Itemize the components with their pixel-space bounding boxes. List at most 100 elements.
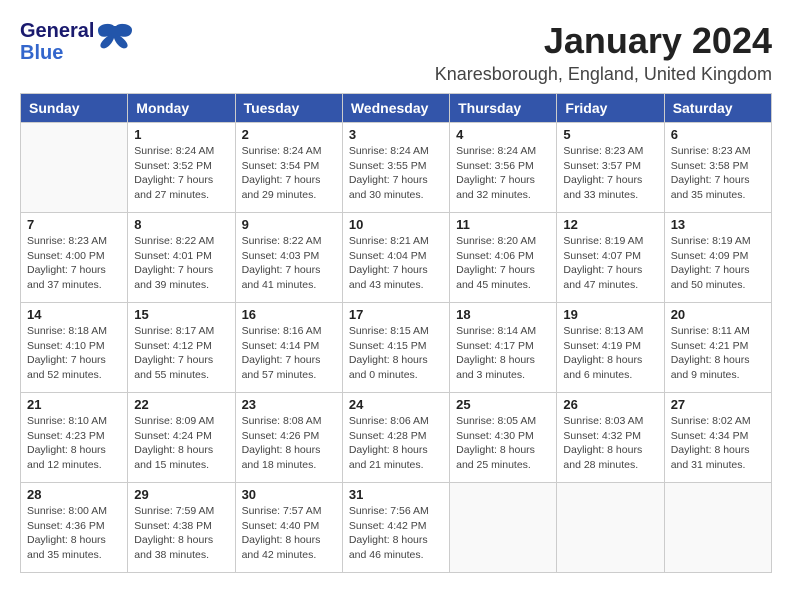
table-row: 29 Sunrise: 7:59 AMSunset: 4:38 PMDayligh… (128, 483, 235, 573)
table-row: 19 Sunrise: 8:13 AMSunset: 4:19 PMDayligh… (557, 303, 664, 393)
calendar-week-row: 1 Sunrise: 8:24 AMSunset: 3:52 PMDaylight… (21, 123, 772, 213)
calendar-week-row: 14 Sunrise: 8:18 AMSunset: 4:10 PMDayligh… (21, 303, 772, 393)
logo-general-text: General (20, 20, 94, 42)
table-row: 1 Sunrise: 8:24 AMSunset: 3:52 PMDaylight… (128, 123, 235, 213)
table-row: 15Sunrise: 8:17 AMSunset: 4:12 PMDayligh… (128, 303, 235, 393)
day-info: Sunrise: 7:59 AMSunset: 4:38 PMDaylight:… (134, 504, 228, 563)
day-info: Sunrise: 8:21 AMSunset: 4:04 PMDaylight:… (349, 234, 443, 293)
day-number: 10 (349, 217, 443, 232)
day-number: 22 (134, 397, 228, 412)
day-number: 13 (671, 217, 765, 232)
day-number: 8 (134, 217, 228, 232)
day-number: 21 (27, 397, 121, 412)
table-row: 5Sunrise: 8:23 AMSunset: 3:57 PMDaylight… (557, 123, 664, 213)
col-wednesday: Wednesday (342, 94, 449, 123)
day-info: Sunrise: 8:18 AMSunset: 4:10 PMDaylight:… (27, 324, 121, 383)
location-title: Knaresborough, England, United Kingdom (435, 64, 772, 85)
day-number: 17 (349, 307, 443, 322)
day-number: 25 (456, 397, 550, 412)
day-number: 1 (134, 127, 228, 142)
table-row: 30 Sunrise: 7:57 AMSunset: 4:40 PMDayligh… (235, 483, 342, 573)
table-row: 24 Sunrise: 8:06 AMSunset: 4:28 PMDayligh… (342, 393, 449, 483)
day-info: Sunrise: 8:23 AMSunset: 4:00 PMDaylight:… (27, 234, 121, 293)
day-number: 12 (563, 217, 657, 232)
day-info: Sunrise: 8:14 AMSunset: 4:17 PMDaylight:… (456, 324, 550, 383)
table-row: 12 Sunrise: 8:19 AMSunset: 4:07 PMDayligh… (557, 213, 664, 303)
col-sunday: Sunday (21, 94, 128, 123)
logo: General Blue (20, 20, 134, 64)
table-row: 7 Sunrise: 8:23 AMSunset: 4:00 PMDaylight… (21, 213, 128, 303)
table-row: 11Sunrise: 8:20 AMSunset: 4:06 PMDayligh… (450, 213, 557, 303)
day-number: 28 (27, 487, 121, 502)
day-number: 2 (242, 127, 336, 142)
day-info: Sunrise: 8:24 AMSunset: 3:52 PMDaylight:… (134, 144, 228, 203)
day-number: 9 (242, 217, 336, 232)
day-info: Sunrise: 8:05 AMSunset: 4:30 PMDaylight:… (456, 414, 550, 473)
day-info: Sunrise: 8:19 AMSunset: 4:07 PMDaylight:… (563, 234, 657, 293)
logo-name: General Blue (20, 20, 94, 64)
day-number: 20 (671, 307, 765, 322)
table-row: 17 Sunrise: 8:15 AMSunset: 4:15 PMDayligh… (342, 303, 449, 393)
day-number: 30 (242, 487, 336, 502)
day-info: Sunrise: 8:24 AMSunset: 3:54 PMDaylight:… (242, 144, 336, 203)
day-info: Sunrise: 8:16 AMSunset: 4:14 PMDaylight:… (242, 324, 336, 383)
day-info: Sunrise: 8:03 AMSunset: 4:32 PMDaylight:… (563, 414, 657, 473)
day-info: Sunrise: 8:10 AMSunset: 4:23 PMDaylight:… (27, 414, 121, 473)
day-info: Sunrise: 8:15 AMSunset: 4:15 PMDaylight:… (349, 324, 443, 383)
day-number: 14 (27, 307, 121, 322)
col-thursday: Thursday (450, 94, 557, 123)
table-row: 9Sunrise: 8:22 AMSunset: 4:03 PMDaylight… (235, 213, 342, 303)
day-number: 6 (671, 127, 765, 142)
calendar-week-row: 28Sunrise: 8:00 AMSunset: 4:36 PMDayligh… (21, 483, 772, 573)
table-row: 8 Sunrise: 8:22 AMSunset: 4:01 PMDaylight… (128, 213, 235, 303)
page-header: General Blue January 2024 Knaresborough,… (20, 20, 772, 85)
day-info: Sunrise: 8:08 AMSunset: 4:26 PMDaylight:… (242, 414, 336, 473)
table-row: 10 Sunrise: 8:21 AMSunset: 4:04 PMDayligh… (342, 213, 449, 303)
day-number: 16 (242, 307, 336, 322)
day-info: Sunrise: 8:13 AMSunset: 4:19 PMDaylight:… (563, 324, 657, 383)
month-title: January 2024 (435, 20, 772, 62)
table-row (557, 483, 664, 573)
day-number: 4 (456, 127, 550, 142)
calendar-header-row: Sunday Monday Tuesday Wednesday Thursday… (21, 94, 772, 123)
calendar-week-row: 21 Sunrise: 8:10 AMSunset: 4:23 PMDayligh… (21, 393, 772, 483)
day-number: 31 (349, 487, 443, 502)
day-number: 5 (563, 127, 657, 142)
col-friday: Friday (557, 94, 664, 123)
day-info: Sunrise: 8:06 AMSunset: 4:28 PMDaylight:… (349, 414, 443, 473)
table-row: 21 Sunrise: 8:10 AMSunset: 4:23 PMDayligh… (21, 393, 128, 483)
day-number: 15 (134, 307, 228, 322)
day-info: Sunrise: 8:23 AMSunset: 3:58 PMDaylight:… (671, 144, 765, 203)
day-info: Sunrise: 7:57 AMSunset: 4:40 PMDaylight:… (242, 504, 336, 563)
day-number: 24 (349, 397, 443, 412)
table-row (664, 483, 771, 573)
table-row: 25 Sunrise: 8:05 AMSunset: 4:30 PMDayligh… (450, 393, 557, 483)
day-number: 27 (671, 397, 765, 412)
table-row: 14 Sunrise: 8:18 AMSunset: 4:10 PMDayligh… (21, 303, 128, 393)
table-row: 31Sunrise: 7:56 AMSunset: 4:42 PMDayligh… (342, 483, 449, 573)
day-number: 23 (242, 397, 336, 412)
day-info: Sunrise: 8:24 AMSunset: 3:56 PMDaylight:… (456, 144, 550, 203)
table-row: 22 Sunrise: 8:09 AMSunset: 4:24 PMDayligh… (128, 393, 235, 483)
day-number: 7 (27, 217, 121, 232)
day-number: 19 (563, 307, 657, 322)
day-number: 29 (134, 487, 228, 502)
table-row: 23 Sunrise: 8:08 AMSunset: 4:26 PMDayligh… (235, 393, 342, 483)
day-info: Sunrise: 8:22 AMSunset: 4:01 PMDaylight:… (134, 234, 228, 293)
table-row: 28Sunrise: 8:00 AMSunset: 4:36 PMDayligh… (21, 483, 128, 573)
col-monday: Monday (128, 94, 235, 123)
table-row: 27 Sunrise: 8:02 AMSunset: 4:34 PMDayligh… (664, 393, 771, 483)
table-row: 6 Sunrise: 8:23 AMSunset: 3:58 PMDaylight… (664, 123, 771, 213)
calendar-table: Sunday Monday Tuesday Wednesday Thursday… (20, 93, 772, 573)
col-saturday: Saturday (664, 94, 771, 123)
calendar-week-row: 7 Sunrise: 8:23 AMSunset: 4:00 PMDaylight… (21, 213, 772, 303)
table-row: 18Sunrise: 8:14 AMSunset: 4:17 PMDayligh… (450, 303, 557, 393)
table-row: 20 Sunrise: 8:11 AMSunset: 4:21 PMDayligh… (664, 303, 771, 393)
table-row: 2 Sunrise: 8:24 AMSunset: 3:54 PMDaylight… (235, 123, 342, 213)
table-row: 4 Sunrise: 8:24 AMSunset: 3:56 PMDaylight… (450, 123, 557, 213)
table-row: 13Sunrise: 8:19 AMSunset: 4:09 PMDayligh… (664, 213, 771, 303)
table-row: 3Sunrise: 8:24 AMSunset: 3:55 PMDaylight… (342, 123, 449, 213)
day-info: Sunrise: 8:09 AMSunset: 4:24 PMDaylight:… (134, 414, 228, 473)
day-info: Sunrise: 8:02 AMSunset: 4:34 PMDaylight:… (671, 414, 765, 473)
day-info: Sunrise: 8:11 AMSunset: 4:21 PMDaylight:… (671, 324, 765, 383)
